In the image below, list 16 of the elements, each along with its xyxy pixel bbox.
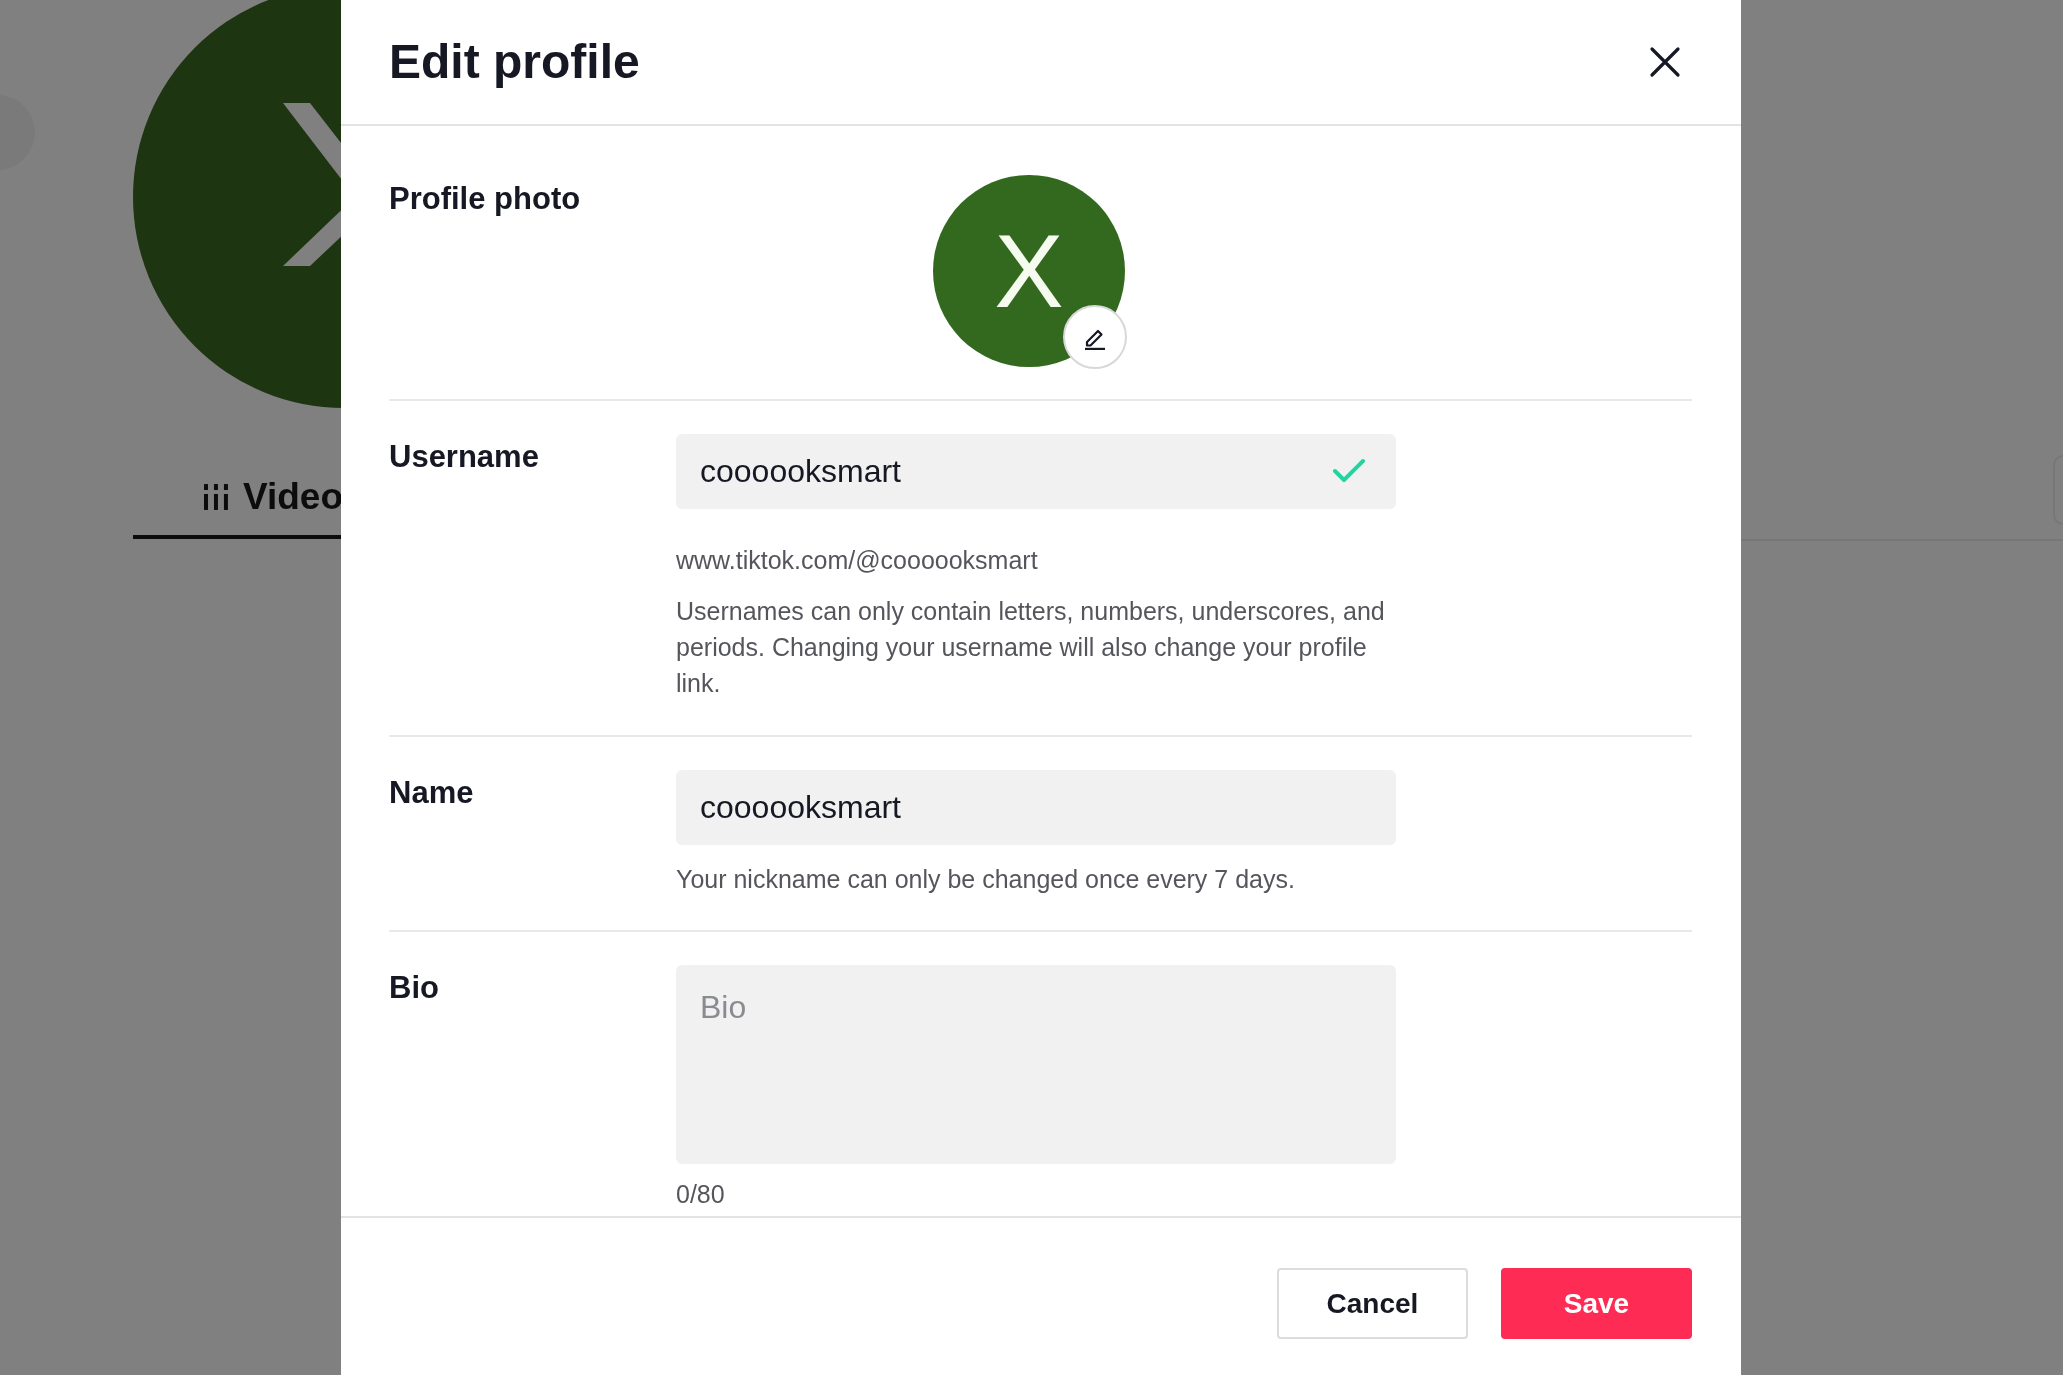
save-button[interactable]: Save [1501,1268,1692,1340]
field-label: Bio [389,969,440,1008]
dialog-title: Edit profile [389,35,640,89]
character-counter: 0/80 [676,1179,726,1211]
field-label: Profile photo [389,180,582,219]
close-icon [1649,46,1681,79]
name-field[interactable]: coooooksmart [676,770,1396,846]
field-label: Username [389,438,540,477]
grid-icon [203,481,229,512]
help-text: Your nickname can only be changed once every 7 days. [676,864,1296,896]
help-text: Usernames can only contain letters, numbers, underscores, and periods. Changing your username will also change your profile link. [676,596,1386,700]
username-field[interactable]: coooooksmart [676,434,1396,510]
field-label: Name [389,774,475,813]
profile-avatar: X [933,175,1125,368]
bio-field[interactable]: Bio [676,965,1396,1165]
cancel-button[interactable]: Cancel [1277,1268,1468,1340]
